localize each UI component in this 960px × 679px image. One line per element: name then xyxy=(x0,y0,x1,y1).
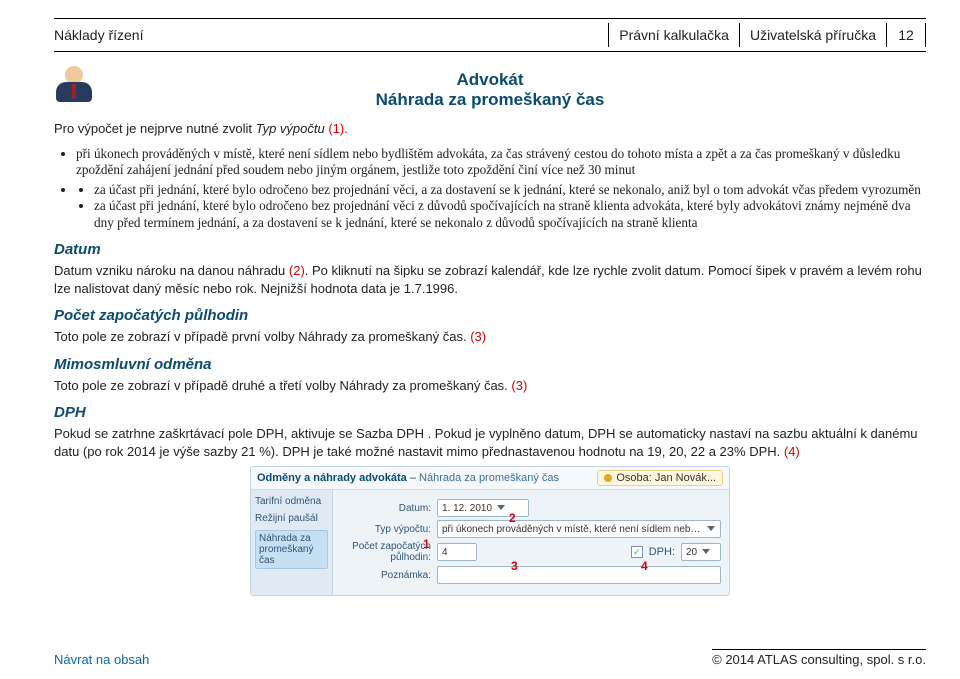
back-to-toc-link[interactable]: Návrat na obsah xyxy=(54,652,149,667)
header-doc-name: Uživatelská příručka xyxy=(739,23,886,47)
checkbox-dph-check: ✓ xyxy=(633,547,641,558)
mimo-text: Toto pole ze zobrazí v případě druhé a t… xyxy=(54,378,511,393)
header-left: Náklady řízení xyxy=(54,27,608,43)
intro-paragraph: Pro výpočet je nejprve nutné zvolit Typ … xyxy=(54,120,926,138)
person-chip-label: Osoba: Jan Novák... xyxy=(616,472,716,484)
list-item: za účast při jednání, které bylo odročen… xyxy=(94,198,926,231)
pocet-text: Toto pole ze zobrazí v případě první vol… xyxy=(54,329,470,344)
copyright: © 2014 ATLAS consulting, spol. s r.o. xyxy=(712,649,926,667)
sidebar-item-pausal[interactable]: Režijní paušál xyxy=(255,513,328,524)
shot-body: Tarifní odměna Režijní paušál Náhrada za… xyxy=(251,490,729,596)
section-title-line1: Advokát xyxy=(54,70,926,90)
label-pocet: Počet započatých půlhodin: xyxy=(341,541,431,563)
dph-paragraph: Pokud se zatrhne zaškrtávací pole DPH, a… xyxy=(54,425,926,460)
heading-mimo: Mimosmluvní odměna xyxy=(54,356,926,373)
label-dph: DPH: xyxy=(649,546,675,558)
header-page-number: 12 xyxy=(886,23,926,47)
callout-marker-2: 2 xyxy=(509,511,516,525)
input-dph-value: 20 xyxy=(686,547,697,558)
person-icon xyxy=(52,64,96,108)
heading-pocet: Počet započatých půlhodin xyxy=(54,307,926,324)
label-typ: Typ výpočtu: xyxy=(341,524,431,535)
section-title: Advokát Náhrada za promeškaný čas xyxy=(54,70,926,110)
datum-ref-2: (2) xyxy=(289,263,305,278)
input-poznamka[interactable] xyxy=(437,566,721,584)
chevron-down-icon xyxy=(496,503,506,513)
section-title-line2: Náhrada za promeškaný čas xyxy=(54,90,926,110)
input-dph[interactable]: 20 xyxy=(681,543,721,561)
page-footer: Návrat na obsah © 2014 ATLAS consulting,… xyxy=(54,649,926,667)
mimo-paragraph: Toto pole ze zobrazí v případě druhé a t… xyxy=(54,377,926,395)
intro-text: Pro výpočet je nejprve nutné zvolit xyxy=(54,121,256,136)
datum-paragraph: Datum vzniku nároku na danou náhradu (2)… xyxy=(54,262,926,297)
person-chip[interactable]: Osoba: Jan Novák... xyxy=(597,470,723,486)
input-typ-vypoctu[interactable]: při úkonech prováděných v místě, které n… xyxy=(437,520,721,538)
chevron-down-icon xyxy=(701,547,711,557)
type-options-list: při úkonech prováděných v místě, které n… xyxy=(76,146,926,232)
page-header: Náklady řízení Právní kalkulačka Uživate… xyxy=(54,18,926,52)
shot-title: Odměny a náhrady advokáta – Náhrada za p… xyxy=(257,472,559,484)
callout-marker-3: 3 xyxy=(511,559,518,573)
input-typ-value: při úkonech prováděných v místě, které n… xyxy=(442,524,702,535)
checkbox-dph[interactable]: ✓ xyxy=(631,546,643,558)
datum-text-a: Datum vzniku nároku na danou náhradu xyxy=(54,263,289,278)
list-item: za účast při jednání, které bylo odročen… xyxy=(94,182,926,199)
input-pocet[interactable]: 4 xyxy=(437,543,477,561)
input-datum-value: 1. 12. 2010 xyxy=(442,503,492,514)
label-poznamka: Poznámka: xyxy=(341,570,431,581)
callout-marker-4: 4 xyxy=(641,559,648,573)
app-screenshot: Odměny a náhrady advokáta – Náhrada za p… xyxy=(250,466,730,596)
header-app-name: Právní kalkulačka xyxy=(608,23,739,47)
mimo-ref-3: (3) xyxy=(511,378,527,393)
intro-ref-1: (1). xyxy=(325,121,348,136)
label-datum: Datum: xyxy=(341,503,431,514)
heading-dph: DPH xyxy=(54,404,926,421)
sidebar-item-tarif[interactable]: Tarifní odměna xyxy=(255,496,328,507)
input-pocet-value: 4 xyxy=(442,547,448,558)
sidebar-item-nahrada[interactable]: Náhrada za promeškaný čas xyxy=(255,530,328,569)
callout-marker-1: 1 xyxy=(423,537,430,551)
pocet-ref-3: (3) xyxy=(470,329,486,344)
chevron-down-icon xyxy=(706,524,716,534)
shot-form: Datum: 1. 12. 2010 Typ výpočtu: při úkon… xyxy=(333,490,729,596)
pocet-paragraph: Toto pole ze zobrazí v případě první vol… xyxy=(54,328,926,346)
shot-title-main: Odměny a náhrady advokáta xyxy=(257,472,407,484)
shot-sidebar: Tarifní odměna Režijní paušál Náhrada za… xyxy=(251,490,333,596)
intro-em: Typ výpočtu xyxy=(256,121,325,136)
shot-title-dash: – xyxy=(407,472,419,484)
person-dot-icon xyxy=(604,474,612,482)
shot-titlebar: Odměny a náhrady advokáta – Náhrada za p… xyxy=(251,467,729,490)
heading-datum: Datum xyxy=(54,241,926,258)
document-page: Náklady řízení Právní kalkulačka Uživate… xyxy=(0,0,960,679)
shot-title-sub: Náhrada za promeškaný čas xyxy=(419,472,559,484)
list-item: při úkonech prováděných v místě, které n… xyxy=(76,146,926,179)
header-right: Právní kalkulačka Uživatelská příručka 1… xyxy=(608,23,926,47)
dph-ref-4: (4) xyxy=(784,444,800,459)
